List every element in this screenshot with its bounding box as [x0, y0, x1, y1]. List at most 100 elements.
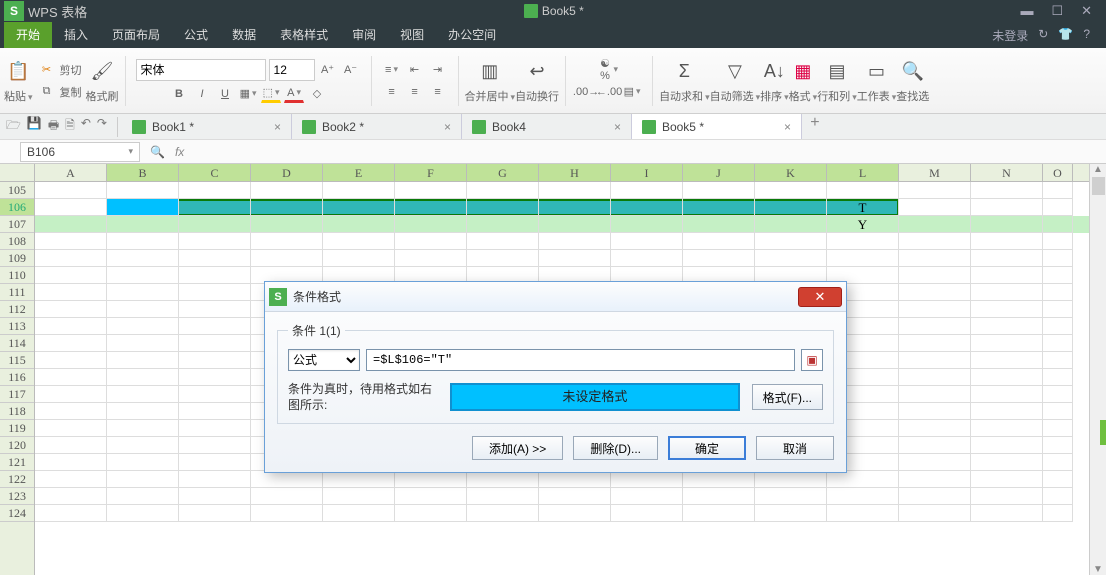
- cell-J107[interactable]: [683, 216, 755, 233]
- close-icon[interactable]: ×: [274, 120, 281, 134]
- cell-L106[interactable]: T: [827, 199, 899, 216]
- preview-icon[interactable]: 🗎: [65, 116, 75, 137]
- decrease-decimal-icon[interactable]: ←.00: [599, 83, 619, 101]
- cell-N122[interactable]: [971, 471, 1043, 488]
- cell-D123[interactable]: [251, 488, 323, 505]
- cell-O112[interactable]: [1043, 301, 1073, 318]
- close-icon[interactable]: ×: [444, 120, 451, 134]
- cell-B109[interactable]: [107, 250, 179, 267]
- cell-I123[interactable]: [611, 488, 683, 505]
- menu-formula[interactable]: 公式: [172, 22, 220, 48]
- cell-H107[interactable]: [539, 216, 611, 233]
- cell-N107[interactable]: [971, 216, 1043, 233]
- cell-A107[interactable]: [35, 216, 107, 233]
- cell-F123[interactable]: [395, 488, 467, 505]
- cell-H122[interactable]: [539, 471, 611, 488]
- print-icon[interactable]: 🖶: [48, 116, 59, 137]
- cell-M111[interactable]: [899, 284, 971, 301]
- cell-L122[interactable]: [827, 471, 899, 488]
- row-header-105[interactable]: 105: [0, 182, 34, 199]
- cell-N115[interactable]: [971, 352, 1043, 369]
- cell-B107[interactable]: [107, 216, 179, 233]
- cancel-button[interactable]: 取消: [756, 436, 834, 460]
- increase-decimal-icon[interactable]: .00→: [576, 83, 596, 101]
- cell-K105[interactable]: [755, 182, 827, 199]
- cell-M106[interactable]: [899, 199, 971, 216]
- cell-N123[interactable]: [971, 488, 1043, 505]
- fill-color-icon[interactable]: ⬚: [261, 85, 281, 103]
- cell-I108[interactable]: [611, 233, 683, 250]
- cell-A110[interactable]: [35, 267, 107, 284]
- autofilter-button[interactable]: ▽自动筛选: [710, 58, 761, 104]
- cell-I105[interactable]: [611, 182, 683, 199]
- cell-A118[interactable]: [35, 403, 107, 420]
- menu-view[interactable]: 视图: [388, 22, 436, 48]
- row-header-106[interactable]: 106: [0, 199, 34, 216]
- login-status[interactable]: 未登录: [992, 27, 1028, 44]
- align-right-icon[interactable]: ≡: [428, 83, 448, 101]
- cell-B112[interactable]: [107, 301, 179, 318]
- cell-A114[interactable]: [35, 335, 107, 352]
- row-header-111[interactable]: 111: [0, 284, 34, 301]
- col-header-I[interactable]: I: [611, 164, 683, 181]
- cell-style-icon[interactable]: ▤: [622, 83, 642, 101]
- cell-B120[interactable]: [107, 437, 179, 454]
- cell-N106[interactable]: [971, 199, 1043, 216]
- cell-C119[interactable]: [179, 420, 251, 437]
- cell-G109[interactable]: [467, 250, 539, 267]
- window-maximize-icon[interactable]: ☐: [1051, 3, 1063, 19]
- cell-N118[interactable]: [971, 403, 1043, 420]
- range-picker-button[interactable]: ▣: [801, 349, 823, 371]
- dialog-close-button[interactable]: ✕: [798, 287, 842, 307]
- cell-D107[interactable]: [251, 216, 323, 233]
- cell-C111[interactable]: [179, 284, 251, 301]
- cell-N117[interactable]: [971, 386, 1043, 403]
- row-header-124[interactable]: 124: [0, 505, 34, 522]
- cell-K122[interactable]: [755, 471, 827, 488]
- row-header-118[interactable]: 118: [0, 403, 34, 420]
- cell-B116[interactable]: [107, 369, 179, 386]
- menu-insert[interactable]: 插入: [52, 22, 100, 48]
- cell-M116[interactable]: [899, 369, 971, 386]
- cell-A115[interactable]: [35, 352, 107, 369]
- cell-K106[interactable]: [755, 199, 827, 216]
- row-header-119[interactable]: 119: [0, 420, 34, 437]
- cell-O114[interactable]: [1043, 335, 1073, 352]
- cell-F124[interactable]: [395, 505, 467, 522]
- col-header-M[interactable]: M: [899, 164, 971, 181]
- add-button[interactable]: 添加(A) >>: [472, 436, 563, 460]
- cell-B105[interactable]: [107, 182, 179, 199]
- menu-data[interactable]: 数据: [220, 22, 268, 48]
- font-size-select[interactable]: [269, 59, 315, 81]
- cell-O106[interactable]: [1043, 199, 1073, 216]
- add-tab-button[interactable]: +: [802, 114, 828, 139]
- cell-O110[interactable]: [1043, 267, 1073, 284]
- cell-E106[interactable]: [323, 199, 395, 216]
- cut-icon[interactable]: ✂: [37, 61, 57, 79]
- cell-O117[interactable]: [1043, 386, 1073, 403]
- cell-B115[interactable]: [107, 352, 179, 369]
- cell-E123[interactable]: [323, 488, 395, 505]
- cell-K123[interactable]: [755, 488, 827, 505]
- copy-icon[interactable]: ⧉: [37, 83, 57, 101]
- window-close-icon[interactable]: ✕: [1081, 3, 1092, 19]
- menu-tablestyle[interactable]: 表格样式: [268, 22, 340, 48]
- cell-C117[interactable]: [179, 386, 251, 403]
- cell-M124[interactable]: [899, 505, 971, 522]
- cell-C114[interactable]: [179, 335, 251, 352]
- cell-J109[interactable]: [683, 250, 755, 267]
- cell-O119[interactable]: [1043, 420, 1073, 437]
- cell-M112[interactable]: [899, 301, 971, 318]
- cell-M120[interactable]: [899, 437, 971, 454]
- cell-N119[interactable]: [971, 420, 1043, 437]
- cell-A119[interactable]: [35, 420, 107, 437]
- row-header-113[interactable]: 113: [0, 318, 34, 335]
- select-all-corner[interactable]: [0, 164, 35, 181]
- cell-B118[interactable]: [107, 403, 179, 420]
- cell-L108[interactable]: [827, 233, 899, 250]
- search-icon[interactable]: 🔍: [146, 145, 169, 159]
- find-button[interactable]: 🔍查找选: [896, 58, 929, 104]
- cell-D105[interactable]: [251, 182, 323, 199]
- col-header-J[interactable]: J: [683, 164, 755, 181]
- cell-O123[interactable]: [1043, 488, 1073, 505]
